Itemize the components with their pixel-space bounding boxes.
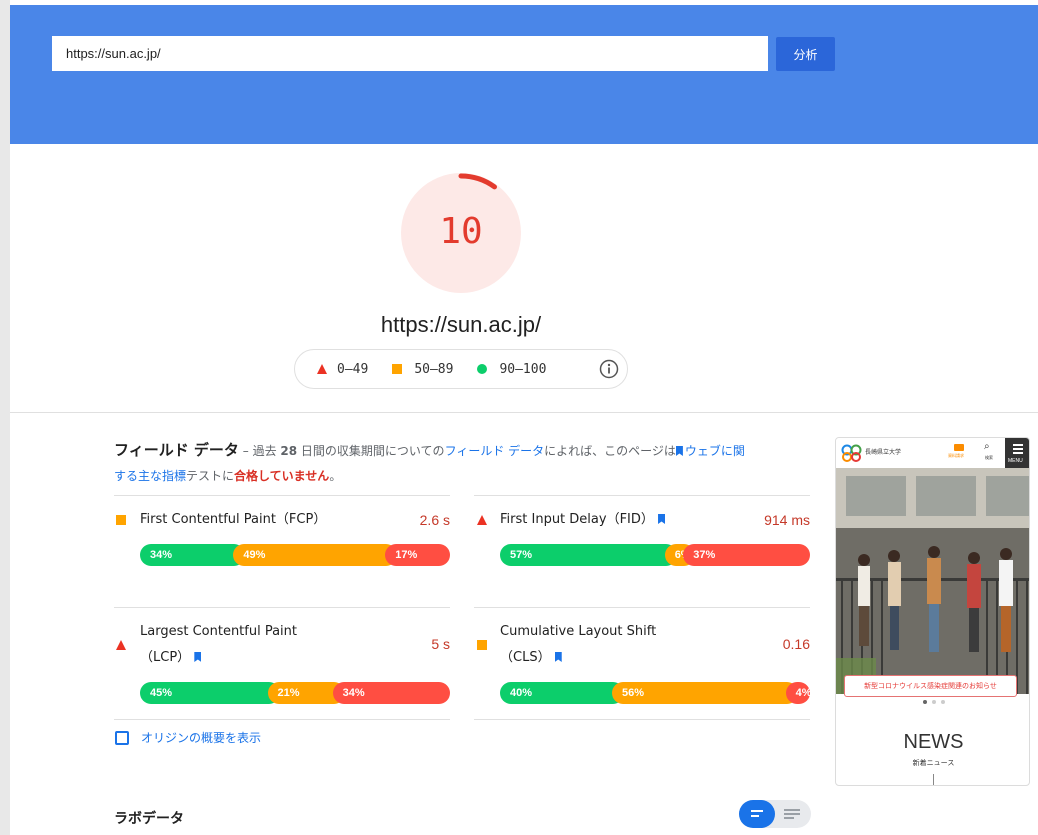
average-square-icon (477, 640, 487, 650)
search-icon: ⌕ (984, 441, 990, 452)
list-icon-line (751, 815, 759, 817)
desc-text-2: 日間の収集期間についての (297, 444, 445, 458)
desc-text-4: テストに (186, 469, 235, 483)
separator (474, 495, 810, 496)
distribution-segment-poor: 34% (332, 682, 450, 704)
distribution-segment-good: 34% (140, 544, 246, 566)
summary-view-button[interactable] (739, 800, 775, 828)
bookmark-icon (554, 652, 562, 662)
metric-name: Largest Contentful Paint (140, 624, 298, 639)
list-icon-line (784, 817, 794, 819)
bookmark-icon (675, 446, 683, 456)
mail-icon (954, 444, 964, 451)
fail-triangle-icon (116, 640, 126, 650)
distribution-segment-good: 40% (500, 682, 624, 704)
distribution-bar: 40% 56% 4% (500, 682, 812, 704)
news-subheading: 新着ニュース (912, 759, 955, 767)
separator (474, 607, 810, 608)
covid-notice-banner: 新型コロナウイルス感染症関連のお知らせ (844, 675, 1017, 697)
score-legend: 0–49 50–89 90–100 (294, 349, 628, 389)
menu-button: MENU (1005, 438, 1029, 468)
days-count: 28 (280, 444, 298, 458)
separator (114, 719, 450, 720)
lab-data-title: ラボデータ (114, 811, 184, 827)
metric-value: 914 ms (764, 512, 810, 528)
metric-name-abbr: （LCP） (140, 645, 203, 671)
site-logo-text: 長崎県立大学 (865, 449, 902, 456)
separator (114, 607, 450, 608)
legend-pass-range: 90–100 (499, 361, 547, 377)
metric-name: Cumulative Layout Shift (500, 624, 657, 639)
metric-value: 0.16 (782, 636, 810, 652)
distribution-segment-good: 45% (140, 682, 280, 704)
legend-fail: 0–49 (317, 362, 368, 377)
field-data-link[interactable]: フィールド データ (445, 444, 545, 458)
origin-summary-checkbox[interactable] (115, 731, 129, 745)
metric-name-abbr: （CLS） (500, 645, 564, 671)
hero-photo: 新型コロナウイルス感染症関連のお知らせ (836, 468, 1029, 697)
university-logo-icon (841, 444, 862, 462)
distribution-bar: 34% 49% 17% (140, 544, 450, 566)
carousel-dots (923, 700, 947, 706)
page: 分析 10 https://sun.ac.jp/ 0–49 50–89 90–1… (10, 0, 1038, 835)
menu-label: MENU (1008, 458, 1023, 464)
average-square-icon (392, 364, 403, 374)
metric-value: 2.6 s (419, 512, 450, 528)
view-toggle[interactable] (739, 800, 811, 828)
list-icon (751, 810, 763, 812)
distribution-segment-poor: 37% (683, 544, 810, 566)
bookmark-icon (194, 652, 202, 662)
distribution-segment-good: 57% (500, 544, 677, 566)
metric-name: First Contentful Paint（FCP） (140, 512, 327, 527)
legend-average: 50–89 (392, 362, 453, 377)
news-heading: NEWS (903, 731, 964, 753)
separator (474, 719, 810, 720)
fail-triangle-icon (317, 364, 327, 374)
pass-circle-icon (477, 364, 488, 374)
average-square-icon (116, 515, 126, 525)
performance-score: 10 (439, 211, 483, 252)
assessment-result: 合格していません (234, 469, 330, 483)
metric-abbr-text: （LCP） (140, 650, 191, 665)
field-data-description: フィールド データ – 過去 28 日間の収集期間についてのフィールド データに… (114, 438, 754, 489)
origin-summary-label[interactable]: オリジンの概要を表示 (141, 729, 261, 746)
page-screenshot-thumbnail: 長崎県立大学 資料請求 ⌕ 検索 MENU 新型コロナウイルス感染症関連のお知ら… (835, 437, 1030, 786)
detail-view-button[interactable] (775, 800, 811, 828)
distribution-bar: 57%6%37% (500, 544, 810, 566)
distribution-bar: 45% 21% 34% (140, 682, 450, 704)
legend-pass: 90–100 (477, 362, 546, 377)
desc-text-3: によれば、このページは (544, 444, 676, 458)
separator (114, 495, 450, 496)
list-icon (784, 809, 800, 811)
news-divider (933, 774, 934, 785)
legend-fail-range: 0–49 (337, 361, 369, 377)
metric-name-text: First Input Delay（FID） (500, 512, 654, 527)
bookmark-icon (658, 514, 666, 524)
info-icon[interactable] (599, 359, 619, 379)
analyze-button[interactable]: 分析 (776, 37, 835, 71)
distribution-segment-poor: 17% (385, 544, 450, 566)
distribution-segment-avg: 49% (233, 544, 398, 566)
header-bar: 分析 (10, 5, 1038, 144)
students-photo-image (836, 468, 1029, 694)
desc-text-1: – 過去 (238, 444, 281, 458)
distribution-segment-poor: 4% (785, 682, 812, 704)
distribution-segment-avg: 56% (612, 682, 798, 704)
legend-average-range: 50–89 (414, 361, 454, 377)
url-input[interactable] (52, 36, 768, 71)
metric-abbr-text: （CLS） (500, 650, 551, 665)
thumbnail-site-header: 長崎県立大学 資料請求 ⌕ 検索 MENU (836, 438, 1029, 468)
desc-text-5: 。 (329, 469, 342, 483)
request-label: 資料請求 (948, 453, 964, 458)
metric-name: First Input Delay（FID） (500, 507, 667, 533)
section-divider (10, 412, 1038, 413)
field-data-title: フィールド データ (114, 441, 239, 459)
tested-url: https://sun.ac.jp/ (380, 312, 542, 337)
search-label: 検索 (985, 455, 993, 460)
metric-value: 5 s (431, 636, 450, 652)
fail-triangle-icon (477, 515, 487, 525)
list-icon-line (784, 813, 800, 815)
